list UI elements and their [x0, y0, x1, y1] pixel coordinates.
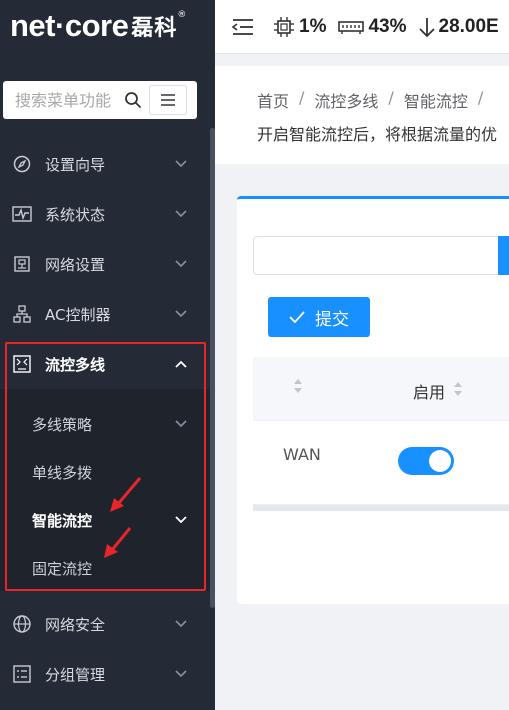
sidebar-scrollbar[interactable] [210, 128, 215, 608]
sidebar-item-label: AC控制器 [45, 305, 111, 324]
menu-search [3, 81, 197, 119]
submenu-item-label: 单线多拨 [32, 463, 93, 482]
content-card: 提交 启用 WAN [237, 196, 509, 604]
breadcrumb-separator: / [477, 88, 484, 107]
chevron-down-icon [174, 307, 188, 321]
download-speed: 28.00E [418, 15, 499, 38]
submenu-item-single-line-multidial[interactable]: 单线多拨 [0, 449, 210, 495]
chevron-down-icon [174, 667, 188, 681]
arrow-down-icon [418, 16, 435, 38]
submit-button[interactable]: 提交 [268, 297, 370, 337]
menu-search-input[interactable] [3, 82, 121, 118]
download-value: 28.00E [438, 15, 499, 37]
row-interface-name: WAN [283, 445, 321, 464]
toggle-knob [429, 450, 451, 472]
sidebar-item-label: 系统状态 [45, 205, 106, 224]
brand-registered-mark: ® [177, 10, 187, 20]
flow-control-icon [11, 353, 33, 375]
submenu-item-label: 固定流控 [32, 559, 93, 578]
sidebar-item-system-status[interactable]: 系统状态 [0, 191, 210, 237]
filter-search-button[interactable] [498, 236, 509, 275]
breadcrumb-home[interactable]: 首页 [257, 88, 289, 112]
sidebar: net·core 磊科 ® 设置向导 系统状态 网络设置 [0, 0, 215, 710]
breadcrumb-smart-flow-control: 智能流控 [403, 92, 468, 111]
collapse-menu-icon[interactable] [231, 16, 255, 38]
sidebar-item-ac-controller[interactable]: AC控制器 [0, 291, 210, 337]
brand-name-cn: 磊科 [131, 16, 178, 41]
column-header-enable[interactable]: 启用 [413, 379, 463, 403]
breadcrumb-flow-control[interactable]: 流控多线 [314, 88, 378, 112]
table-header: 启用 [253, 357, 509, 421]
cpu-usage: 1% [273, 16, 326, 38]
cpu-value: 1% [299, 15, 327, 37]
breadcrumb: 首页 / 流控多线 / 智能流控 / [257, 88, 493, 112]
group-icon [11, 663, 33, 685]
sort-icon[interactable] [453, 380, 463, 402]
sort-icon[interactable] [293, 377, 303, 399]
memory-icon [338, 19, 365, 35]
pulse-icon [11, 203, 33, 225]
menu-toggle-button[interactable] [149, 85, 187, 115]
sidebar-item-network-security[interactable]: 网络安全 [0, 601, 210, 647]
enable-toggle[interactable] [398, 447, 454, 475]
breadcrumb-separator: / [388, 88, 394, 107]
chevron-up-icon [174, 357, 188, 371]
filter-input[interactable] [253, 236, 509, 275]
sidebar-item-label: 流控多线 [45, 355, 106, 374]
memory-value: 43% [368, 15, 407, 37]
sidebar-item-label: 设置向导 [45, 155, 106, 174]
sidebar-item-label: 网络安全 [45, 615, 106, 634]
compass-icon [11, 153, 33, 175]
submit-label: 提交 [315, 309, 349, 330]
brand-name: net·core [10, 8, 129, 43]
memory-usage: 43% [338, 15, 407, 38]
sidebar-item-group-management[interactable]: 分组管理 [0, 651, 210, 697]
sidebar-item-label: 分组管理 [45, 665, 106, 684]
page-header: 首页 / 流控多线 / 智能流控 / 开启智能流控后，将根据流量的优 [215, 66, 509, 164]
cpu-icon [273, 16, 295, 38]
table-horizontal-scrollbar[interactable] [253, 505, 509, 511]
brand-logo: net·core 磊科 ® [10, 6, 186, 46]
search-icon[interactable] [121, 88, 145, 112]
table-row: WAN [253, 421, 509, 505]
submenu-item-smart-flow-control[interactable]: 智能流控 [0, 497, 210, 543]
submenu-item-label: 智能流控 [32, 511, 93, 530]
chevron-down-icon [174, 157, 188, 171]
chevron-down-icon [174, 207, 188, 221]
top-bar: 1% 43% 28.00E [215, 0, 509, 54]
sidebar-item-flow-control[interactable]: 流控多线 [0, 341, 210, 387]
network-icon [11, 253, 33, 275]
submenu-item-fixed-flow-control[interactable]: 固定流控 [0, 545, 210, 591]
chevron-down-icon [174, 257, 188, 271]
submenu-item-multiline-policy[interactable]: 多线策略 [0, 401, 210, 447]
sidebar-item-setup-wizard[interactable]: 设置向导 [0, 141, 210, 187]
submenu-item-label: 多线策略 [32, 415, 93, 434]
ac-controller-icon [11, 303, 33, 325]
check-icon [289, 311, 305, 323]
globe-icon [11, 613, 33, 635]
breadcrumb-separator: / [299, 88, 305, 107]
sidebar-item-label: 网络设置 [45, 255, 106, 274]
chevron-down-icon [174, 617, 188, 631]
sidebar-item-network-settings[interactable]: 网络设置 [0, 241, 210, 287]
column-header-label: 启用 [413, 383, 446, 402]
hamburger-icon [161, 94, 175, 106]
chevron-down-icon [174, 513, 188, 527]
chevron-down-icon [174, 417, 188, 431]
page-description: 开启智能流控后，将根据流量的优 [257, 125, 498, 144]
